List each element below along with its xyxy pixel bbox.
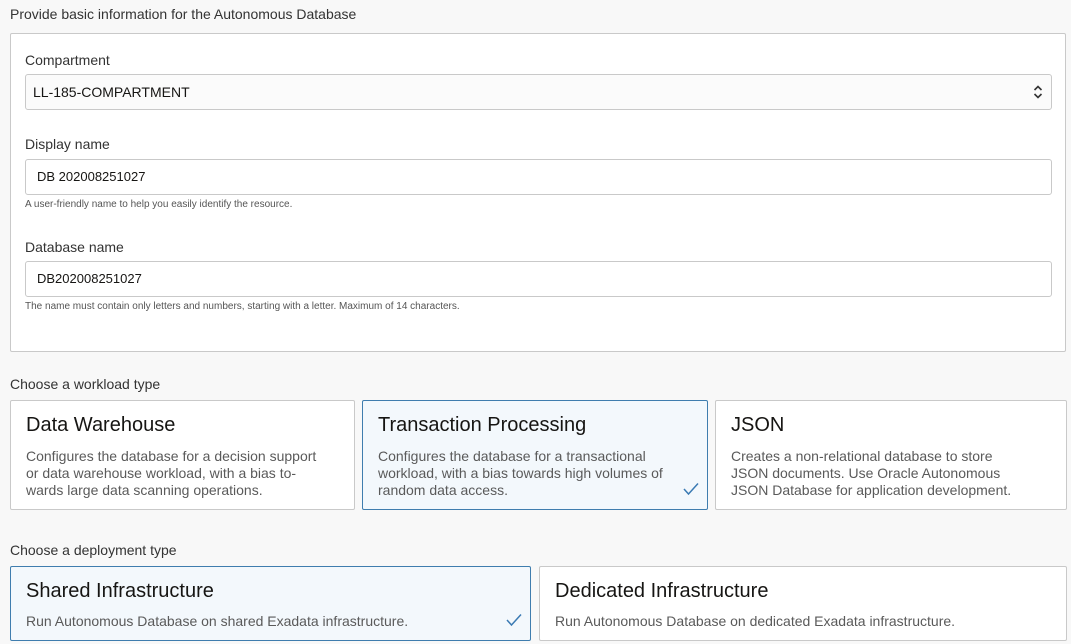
database-name-help: The name must contain only letters and n… [25,301,460,312]
check-icon [506,613,522,627]
display-name-input[interactable]: DB 202008251027 [25,159,1052,195]
workload-option-transaction-processing[interactable]: Transaction Processing Configures the da… [362,400,708,510]
deployment-option-description: Run Autonomous Database on shared Exadat… [26,613,409,629]
workload-option-title: Data Warehouse [26,414,176,436]
compartment-label: Compartment [25,52,110,68]
deployment-option-title: Shared Infrastructure [26,580,214,602]
display-name-help: A user-friendly name to help you easily … [25,199,293,210]
deployment-option-title: Dedicated Infrastructure [555,580,769,602]
workload-option-title: JSON [731,414,785,436]
database-name-input[interactable]: DB202008251027 [25,261,1052,297]
deployment-option-shared[interactable]: Shared Infrastructure Run Autonomous Dat… [10,566,531,641]
display-name-label: Display name [25,136,110,152]
workload-option-description: Configures the database for a transactio… [378,448,663,498]
check-icon [683,482,699,496]
compartment-select[interactable]: LL-185-COMPARTMENT [25,74,1052,110]
compartment-value: LL-185-COMPARTMENT [33,84,190,100]
workload-option-description: Creates a non-relational database to sto… [731,448,1012,498]
workload-option-data-warehouse[interactable]: Data Warehouse Configures the database f… [10,400,355,510]
deployment-type-title: Choose a deployment type [10,542,177,558]
workload-option-description: Configures the database for a decision s… [26,448,317,498]
deployment-option-description: Run Autonomous Database on dedicated Exa… [555,613,956,629]
workload-option-title: Transaction Processing [378,414,587,436]
database-name-label: Database name [25,239,124,255]
deployment-option-dedicated[interactable]: Dedicated Infrastructure Run Autonomous … [539,566,1067,641]
basic-info-panel: Compartment LL-185-COMPARTMENT Display n… [10,33,1066,352]
workload-option-json[interactable]: JSON Creates a non-relational database t… [715,400,1067,510]
workload-type-title: Choose a workload type [10,376,161,392]
chevron-up-down-icon [1033,85,1043,99]
basic-info-title: Provide basic information for the Autono… [10,6,357,22]
